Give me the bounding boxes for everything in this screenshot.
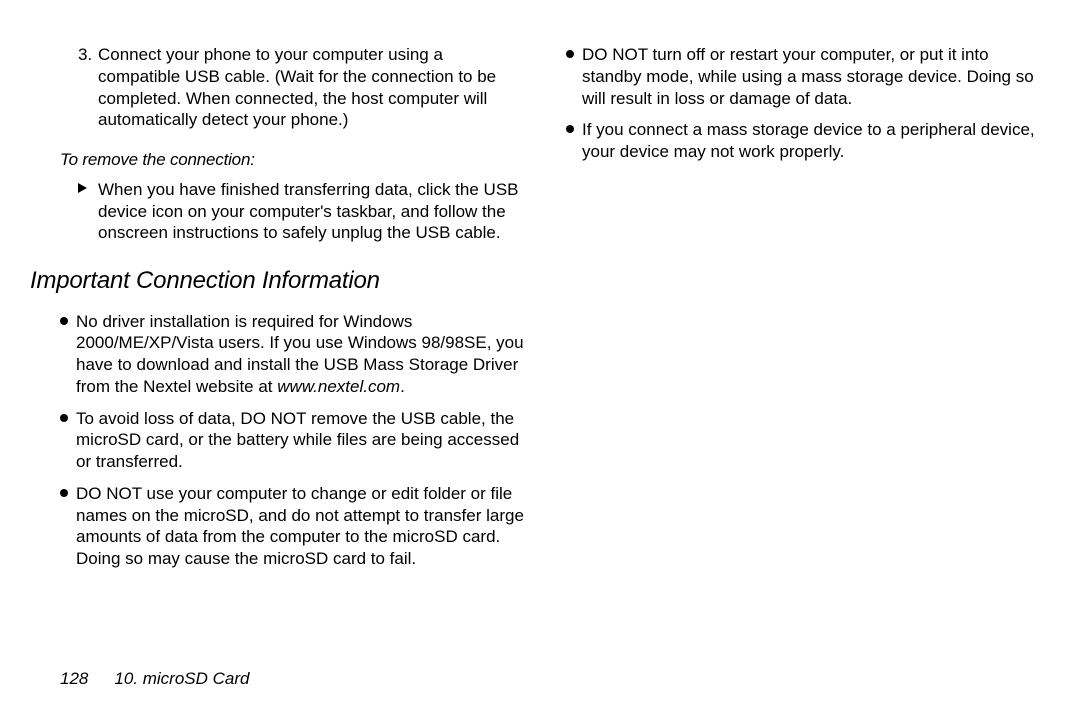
page-number: 128 <box>60 669 88 688</box>
step-text: Connect your phone to your computer usin… <box>98 45 496 129</box>
section-title: Important Connection Information <box>30 266 528 297</box>
info-item-1: No driver installation is required for W… <box>30 311 528 398</box>
disc-bullet-icon <box>60 414 68 422</box>
manual-page: 3.Connect your phone to your computer us… <box>0 0 1080 720</box>
remove-step-item: When you have finished transferring data… <box>30 179 528 244</box>
numbered-steps: 3.Connect your phone to your computer us… <box>30 44 528 131</box>
two-column-layout: 3.Connect your phone to your computer us… <box>30 44 1050 660</box>
chapter-label: 10. microSD Card <box>114 669 249 688</box>
remove-step-text: When you have finished transferring data… <box>98 180 519 243</box>
step-3: 3.Connect your phone to your computer us… <box>30 44 528 131</box>
info-item-3: DO NOT use your computer to change or ed… <box>30 483 528 570</box>
disc-bullet-icon <box>566 50 574 58</box>
page-footer: 128 10. microSD Card <box>30 668 1050 696</box>
remove-connection-heading: To remove the connection: <box>60 149 528 171</box>
info-item-4-text: DO NOT turn off or restart your computer… <box>582 45 1034 108</box>
right-column: DO NOT turn off or restart your computer… <box>552 44 1050 660</box>
left-column: 3.Connect your phone to your computer us… <box>30 44 528 660</box>
info-item-5: If you connect a mass storage device to … <box>552 119 1050 163</box>
info-item-5-text: If you connect a mass storage device to … <box>582 120 1035 161</box>
info-item-4: DO NOT turn off or restart your computer… <box>552 44 1050 109</box>
info-item-2-text: To avoid loss of data, DO NOT remove the… <box>76 409 519 472</box>
nextel-link: www.nextel.com <box>277 377 400 396</box>
disc-bullet-icon <box>566 125 574 133</box>
info-item-2: To avoid loss of data, DO NOT remove the… <box>30 408 528 473</box>
info-item-1-text: No driver installation is required for W… <box>76 312 524 396</box>
disc-bullet-icon <box>60 317 68 325</box>
disc-bullet-icon <box>60 489 68 497</box>
remove-steps-list: When you have finished transferring data… <box>30 179 528 244</box>
step-number: 3. <box>78 44 98 66</box>
info-item-3-text: DO NOT use your computer to change or ed… <box>76 484 524 568</box>
info-list-left: No driver installation is required for W… <box>30 311 528 570</box>
info-list-right: DO NOT turn off or restart your computer… <box>552 44 1050 163</box>
triangle-bullet-icon <box>78 183 87 193</box>
info-item-1-post: . <box>400 377 405 396</box>
